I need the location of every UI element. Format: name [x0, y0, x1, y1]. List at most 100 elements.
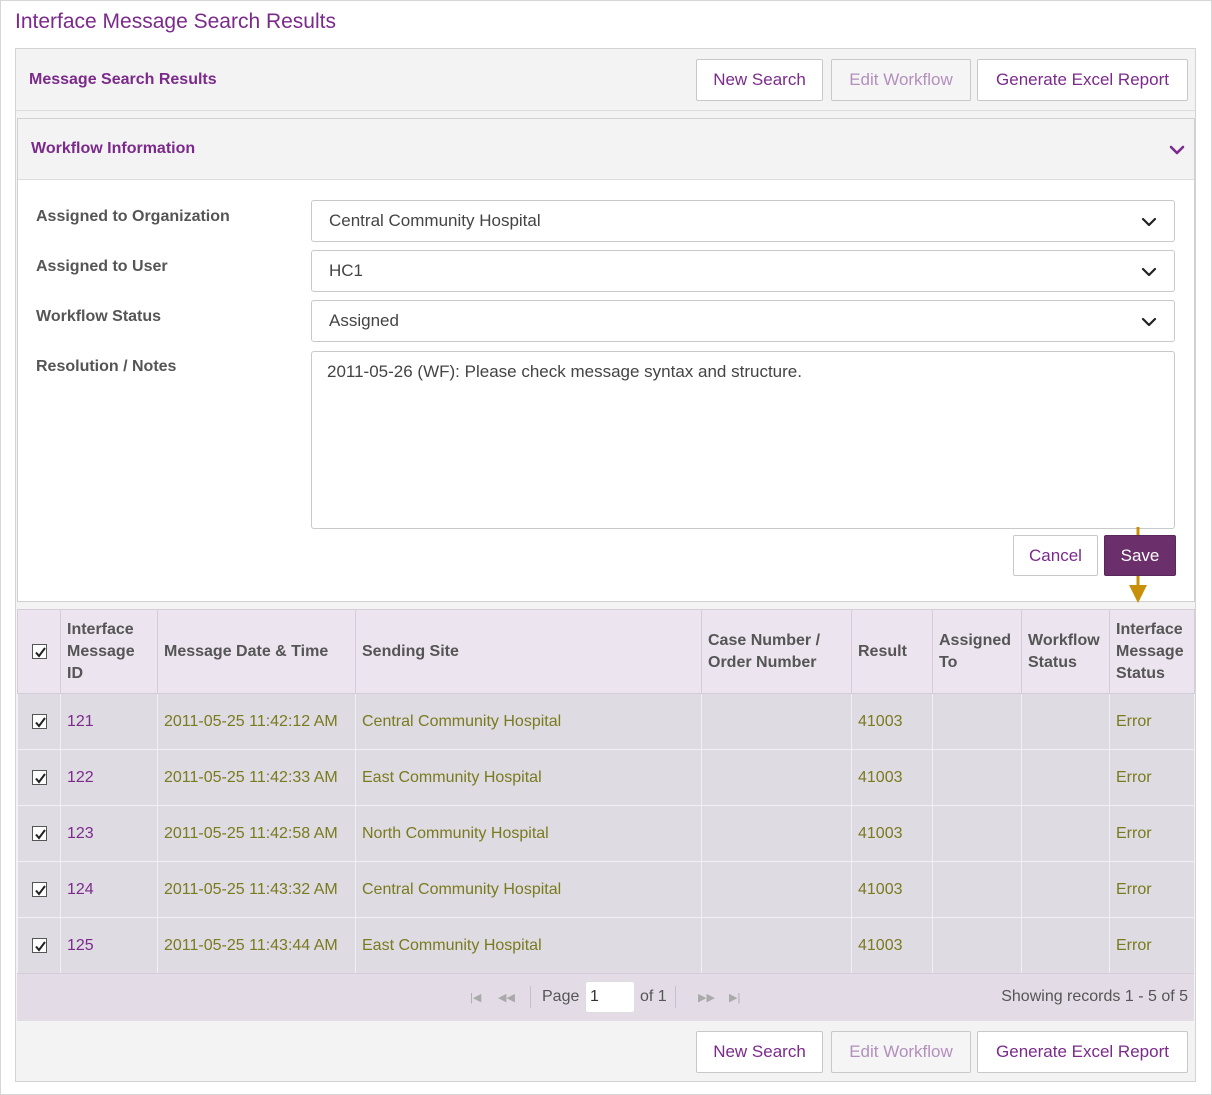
prev-page-icon[interactable]: ◀◀ [498, 991, 515, 1004]
row-checkbox[interactable] [31, 881, 47, 897]
page-label: Page [542, 988, 580, 1005]
chevron-down-icon [1141, 267, 1157, 277]
records-count: Showing records 1 - 5 of 5 [1001, 988, 1188, 1005]
check-icon [34, 941, 46, 952]
footer-toolbar: New Search Edit Workflow Generate Excel … [16, 1021, 1195, 1081]
table-header-row: Interface Message ID Message Date & Time… [17, 609, 1195, 694]
message-id-cell[interactable]: 125 [60, 917, 158, 974]
row-select-cell [17, 861, 61, 918]
workflow-status-cell [1021, 693, 1110, 750]
resolution-notes-textarea[interactable]: 2011-05-26 (WF): Please check message sy… [311, 351, 1175, 529]
result-cell: 41003 [851, 693, 933, 750]
results-table: Interface Message ID Message Date & Time… [17, 609, 1195, 1021]
assigned-to-cell [932, 917, 1022, 974]
workflow-status-select[interactable]: Assigned [311, 300, 1175, 342]
chevron-down-icon [1141, 317, 1157, 327]
page-title: Interface Message Search Results [15, 10, 336, 33]
new-search-button[interactable]: New Search [696, 59, 823, 101]
next-page-icon[interactable]: ▶▶ [698, 991, 715, 1004]
result-cell: 41003 [851, 805, 933, 862]
workflow-header[interactable]: Workflow Information [18, 119, 1194, 180]
check-icon [34, 829, 46, 840]
generate-excel-report-button[interactable]: Generate Excel Report [977, 1031, 1188, 1073]
status-label: Workflow Status [36, 308, 162, 325]
workflow-panel: Workflow Information Assigned to Organiz… [17, 118, 1195, 603]
check-icon [34, 773, 46, 784]
page-number-input[interactable]: 1 [585, 981, 635, 1013]
row-checkbox[interactable] [31, 937, 47, 953]
table-row[interactable]: 124 2011-05-25 11:43:32 AM Central Communi… [17, 861, 1195, 918]
datetime-cell: 2011-05-25 11:42:33 AM [157, 749, 356, 806]
first-page-icon[interactable]: |◀ [470, 991, 481, 1004]
assigned-to-cell [932, 861, 1022, 918]
check-icon [34, 647, 46, 658]
notes-label: Resolution / Notes [36, 358, 177, 375]
page-of-label: of 1 [640, 988, 667, 1005]
message-id-cell[interactable]: 121 [60, 693, 158, 750]
col-header-sending-site[interactable]: Sending Site [355, 609, 702, 694]
row-checkbox[interactable] [31, 825, 47, 841]
sending-site-cell: North Community Hospital [355, 805, 702, 862]
workflow-status-cell [1021, 805, 1110, 862]
row-checkbox[interactable] [31, 769, 47, 785]
sending-site-cell: Central Community Hospital [355, 693, 702, 750]
workflow-status-cell [1021, 861, 1110, 918]
sending-site-cell: East Community Hospital [355, 917, 702, 974]
case-number-cell [701, 693, 852, 750]
table-row[interactable]: 121 2011-05-25 11:42:12 AM Central Communi… [17, 693, 1195, 750]
edit-workflow-button[interactable]: Edit Workflow [831, 1031, 971, 1073]
org-label: Assigned to Organization [36, 208, 230, 225]
check-icon [34, 885, 46, 896]
assigned-to-cell [932, 749, 1022, 806]
message-id-cell[interactable]: 122 [60, 749, 158, 806]
datetime-cell: 2011-05-25 11:43:32 AM [157, 861, 356, 918]
results-panel: Message Search Results New Search Edit W… [15, 48, 1196, 1082]
message-status-cell: Error [1109, 693, 1195, 750]
pager-divider [675, 986, 676, 1008]
col-header-datetime[interactable]: Message Date & Time [157, 609, 356, 694]
row-checkbox[interactable] [31, 713, 47, 729]
message-id-cell[interactable]: 123 [60, 805, 158, 862]
workflow-status-cell [1021, 749, 1110, 806]
panel-title: Message Search Results [29, 71, 217, 88]
sending-site-cell: Central Community Hospital [355, 861, 702, 918]
chevron-down-icon [1141, 217, 1157, 227]
row-select-cell [17, 917, 61, 974]
select-all-cell [17, 609, 61, 694]
edit-workflow-button[interactable]: Edit Workflow [831, 59, 971, 101]
select-all-checkbox[interactable] [31, 643, 47, 659]
workflow-status-cell [1021, 917, 1110, 974]
user-select[interactable]: HC1 [311, 250, 1175, 292]
result-cell: 41003 [851, 861, 933, 918]
case-number-cell [701, 917, 852, 974]
row-select-cell [17, 805, 61, 862]
table-row[interactable]: 123 2011-05-25 11:42:58 AM North Community… [17, 805, 1195, 862]
case-number-cell [701, 861, 852, 918]
save-button[interactable]: Save [1104, 535, 1176, 576]
message-status-cell: Error [1109, 805, 1195, 862]
message-status-cell: Error [1109, 861, 1195, 918]
col-header-case-number[interactable]: Case Number / Order Number [701, 609, 852, 694]
col-header-assigned-to[interactable]: Assigned To [932, 609, 1022, 694]
assigned-to-cell [932, 805, 1022, 862]
last-page-icon[interactable]: ▶| [729, 991, 740, 1004]
result-cell: 41003 [851, 917, 933, 974]
col-header-id[interactable]: Interface Message ID [60, 609, 158, 694]
assigned-to-cell [932, 693, 1022, 750]
new-search-button[interactable]: New Search [696, 1031, 823, 1073]
workflow-title: Workflow Information [31, 140, 196, 157]
panel-header: Message Search Results New Search Edit W… [16, 49, 1195, 111]
datetime-cell: 2011-05-25 11:42:58 AM [157, 805, 356, 862]
table-row[interactable]: 125 2011-05-25 11:43:44 AM East Community … [17, 917, 1195, 974]
pager-divider [530, 986, 531, 1008]
col-header-workflow-status[interactable]: Workflow Status [1021, 609, 1110, 694]
cancel-button[interactable]: Cancel [1013, 535, 1098, 576]
message-id-cell[interactable]: 124 [60, 861, 158, 918]
col-header-message-status[interactable]: Interface Message Status [1109, 609, 1195, 694]
organization-select[interactable]: Central Community Hospital [311, 200, 1175, 242]
row-select-cell [17, 693, 61, 750]
generate-excel-report-button[interactable]: Generate Excel Report [977, 59, 1188, 101]
chevron-down-icon[interactable] [1168, 141, 1186, 159]
table-row[interactable]: 122 2011-05-25 11:42:33 AM East Community … [17, 749, 1195, 806]
col-header-result[interactable]: Result [851, 609, 933, 694]
